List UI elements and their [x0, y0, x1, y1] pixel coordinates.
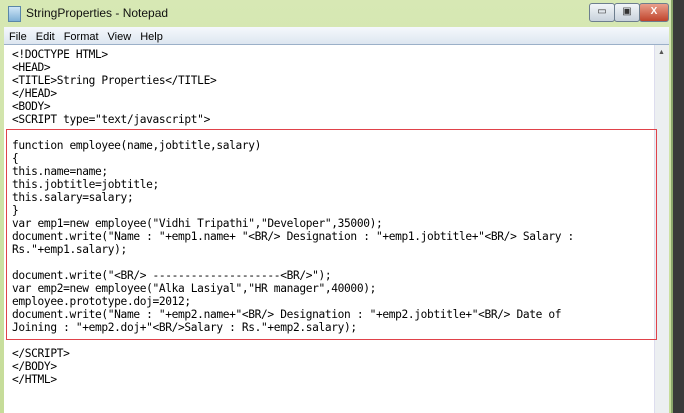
menu-help[interactable]: Help — [135, 29, 167, 43]
code-line: </BODY> — [12, 360, 57, 373]
code-line: <BODY> — [12, 100, 51, 113]
code-line: { — [12, 152, 19, 165]
title-bar[interactable]: StringProperties - Notepad ▭ ▣ X — [0, 0, 671, 27]
window-title: StringProperties - Notepad — [26, 6, 169, 20]
code-line: <!DOCTYPE HTML> — [12, 48, 108, 61]
scroll-up-arrow-icon[interactable]: ▲ — [658, 49, 665, 56]
notepad-window: StringProperties - Notepad ▭ ▣ X File Edi… — [0, 0, 673, 413]
menu-file[interactable]: File — [4, 29, 31, 43]
code-line: <TITLE>String Properties</TITLE> — [12, 74, 217, 87]
minimize-button[interactable]: ▭ — [589, 3, 615, 22]
menu-view[interactable]: View — [103, 29, 136, 43]
text-editor[interactable]: <!DOCTYPE HTML> <HEAD> <TITLE>String Prope… — [4, 45, 654, 413]
menu-bar: File Edit Format View Help — [4, 27, 669, 45]
code-line: this.salary=salary; — [12, 191, 134, 204]
close-button[interactable]: X — [639, 3, 669, 22]
code-line: </SCRIPT> — [12, 347, 70, 360]
code-line: <SCRIPT type="text/javascript"> — [12, 113, 210, 126]
code-line: Joining : "+emp2.doj+"<BR/>Salary : Rs."… — [12, 321, 357, 334]
code-line: var emp2=new employee("Alka Lasiyal","HR… — [12, 282, 376, 295]
code-line: } — [12, 204, 19, 217]
vertical-scrollbar[interactable]: ▲ — [654, 45, 669, 413]
code-line: this.name=name; — [12, 165, 108, 178]
notepad-icon — [8, 6, 21, 22]
code-text[interactable]: <!DOCTYPE HTML> <HEAD> <TITLE>String Prope… — [12, 48, 574, 386]
code-line: this.jobtitle=jobtitle; — [12, 178, 159, 191]
code-line: document.write("<BR/> ------------------… — [12, 269, 332, 282]
menu-edit[interactable]: Edit — [31, 29, 59, 43]
code-line: var emp1=new employee("Vidhi Tripathi","… — [12, 217, 383, 230]
code-line: Rs."+emp1.salary); — [12, 243, 127, 256]
code-line: document.write("Name : "+emp2.name+"<BR/… — [12, 308, 562, 321]
code-line: employee.prototype.doj=2012; — [12, 295, 191, 308]
code-line: </HTML> — [12, 373, 57, 386]
code-line: document.write("Name : "+emp1.name+ "<BR… — [12, 230, 574, 243]
code-line: </HEAD> — [12, 87, 57, 100]
code-line: function employee(name,jobtitle,salary) — [12, 139, 262, 152]
maximize-button[interactable]: ▣ — [614, 3, 640, 22]
code-line: <HEAD> — [12, 61, 51, 74]
menu-format[interactable]: Format — [59, 29, 103, 43]
